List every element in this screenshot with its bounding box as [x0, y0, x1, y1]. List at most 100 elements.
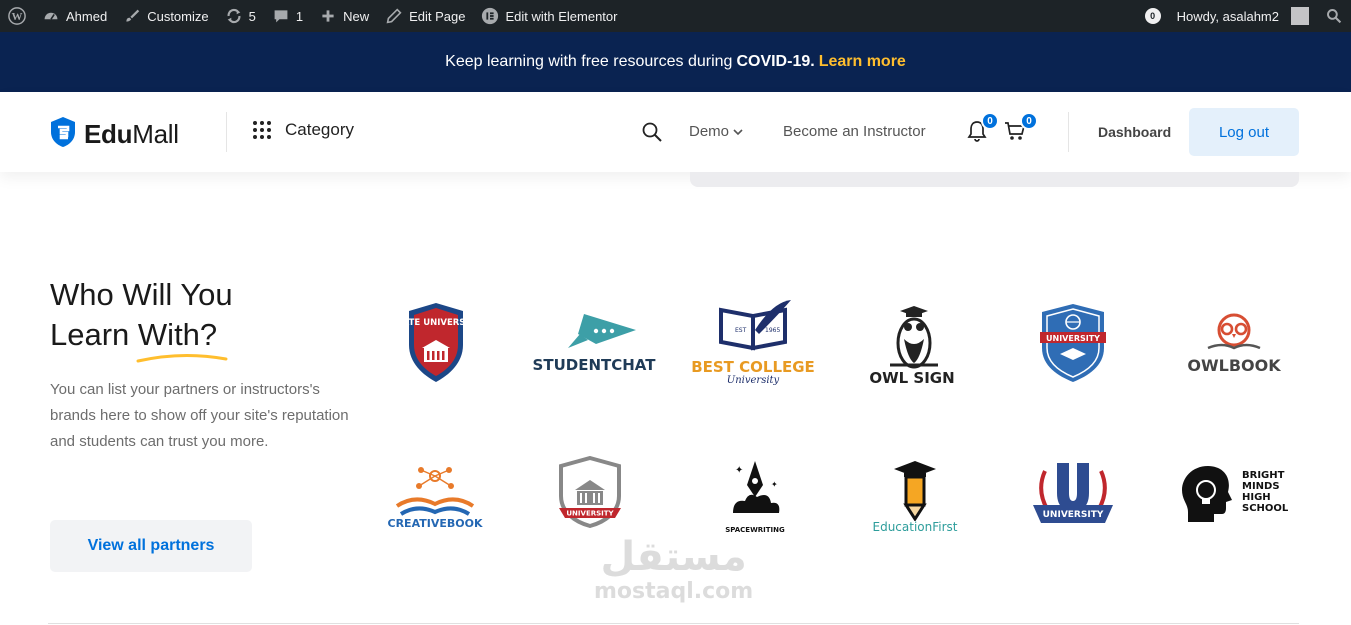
edit-elementor-link[interactable]: Edit with Elementor [473, 0, 625, 32]
grid-dots-icon [253, 121, 271, 139]
site-name-menu[interactable]: Ahmed [34, 0, 115, 32]
dashboard-link[interactable]: Dashboard [1098, 124, 1171, 140]
plus-icon [319, 7, 337, 25]
site-name: Ahmed [66, 8, 108, 24]
partner-logo-studentchat[interactable]: STUDENTCHAT [524, 288, 664, 398]
logo-text: EducationFirst [872, 520, 958, 534]
partner-logo-educationfirst[interactable]: EducationFirst [845, 440, 985, 550]
category-label: Category [285, 120, 354, 139]
shield-logo-icon [50, 116, 76, 153]
comments-count: 1 [295, 8, 304, 24]
demo-label: Demo [689, 123, 730, 140]
watermark-arabic: مستقل [600, 534, 747, 580]
svg-text:W: W [12, 11, 23, 23]
admin-search[interactable] [1317, 0, 1351, 32]
search-icon [1325, 7, 1343, 25]
header-search-button[interactable] [642, 122, 662, 147]
logo-subtext: University [726, 375, 780, 386]
logo-text: STATE UNIVERSITY [405, 318, 467, 328]
partner-logo-university-laurel[interactable]: UNIVERSITY [1003, 440, 1143, 550]
partner-logo-creativebook[interactable]: CREATIVEBOOK [365, 440, 505, 550]
owl-graduate-icon [890, 305, 938, 368]
partner-logo-bright-minds[interactable]: BRIGHT MINDS HIGH SCHOOL [1164, 437, 1304, 547]
logo-mall: Mall [132, 119, 179, 149]
section-divider [48, 623, 1299, 624]
notifications-count: 0 [1144, 8, 1161, 24]
updates-link[interactable]: 5 [217, 0, 264, 32]
logo-edu: Edu [84, 119, 133, 149]
partners-heading: Who Will You Learn With? [50, 275, 233, 363]
logout-button[interactable]: Log out [1189, 108, 1299, 156]
promo-highlight: COVID-19. [736, 53, 815, 70]
view-all-partners-button[interactable]: View all partners [50, 520, 252, 572]
promo-text: Keep learning with free resources during [445, 53, 733, 70]
partner-logo-owl-sign[interactable]: OWL SIGN [842, 288, 982, 398]
logo-text: UNIVERSITY [1043, 510, 1104, 520]
chevron-down-icon [733, 128, 743, 135]
svg-text:✦: ✦ [771, 480, 778, 489]
site-header: EduMall Category Demo Become an Instruct… [0, 92, 1351, 172]
comment-bubble-icon [272, 7, 290, 25]
cart-button[interactable]: 0 [1004, 112, 1038, 147]
new-label: New [343, 8, 370, 24]
partner-logo-university-shield[interactable]: UNIVERSITY [1003, 288, 1143, 398]
become-instructor-link[interactable]: Become an Instructor [783, 123, 926, 140]
howdy-text: Howdy, asalahm2 [1176, 8, 1279, 24]
svg-text:1965: 1965 [765, 327, 780, 334]
comments-link[interactable]: 1 [264, 0, 311, 32]
category-menu[interactable]: Category [253, 120, 354, 140]
pencil-icon [385, 7, 403, 25]
heading-line-1: Who Will You [50, 277, 233, 312]
logo-text: STUDENTCHAT [532, 355, 656, 374]
edit-elementor-label: Edit with Elementor [505, 8, 618, 24]
promo-banner: Keep learning with free resources during… [0, 32, 1351, 92]
customize-label: Customize [147, 8, 209, 24]
search-icon [642, 122, 662, 142]
heading-word-with: With? [137, 317, 218, 352]
network-book-icon [395, 466, 475, 516]
customize-link[interactable]: Customize [115, 0, 216, 32]
wordpress-logo-menu[interactable]: W [0, 0, 34, 32]
new-content-menu[interactable]: New [311, 0, 377, 32]
watermark: مستقل mostaql.com [594, 535, 753, 604]
notifications-button[interactable]: 0 [967, 112, 999, 147]
demo-menu[interactable]: Demo [689, 123, 743, 140]
owl-book-icon [1207, 313, 1261, 350]
logo-text: CREATIVEBOOK [387, 516, 483, 530]
brush-icon [123, 7, 141, 25]
updates-count: 5 [248, 8, 256, 24]
header-divider [226, 112, 227, 152]
logo-text: SPACEWRITING [725, 525, 785, 534]
swoosh-underline [136, 353, 228, 363]
logo-text: UNIVERSITY [1046, 334, 1100, 343]
heading-underlined-word: With? [136, 315, 228, 363]
pencil-cap-icon [894, 461, 936, 521]
partner-logo-owlbook[interactable]: OWLBOOK [1164, 288, 1304, 398]
cart-badge: 0 [1020, 112, 1038, 130]
logo-text: BRIGHT MINDS HIGH SCHOOL [1242, 470, 1289, 514]
book-quill-icon: EST 1965 [719, 300, 791, 351]
watermark-latin: mostaql.com [594, 579, 754, 604]
dashboard-gauge-icon [42, 7, 60, 25]
temple-shield-icon: UNIVERSITY [559, 456, 621, 528]
edit-page-label: Edit Page [409, 8, 466, 24]
updates-refresh-icon [225, 7, 243, 25]
logo-text: BEST COLLEGE [691, 358, 815, 376]
logo-wordmark: EduMall [84, 119, 179, 150]
my-account-menu[interactable]: Howdy, asalahm2 [1169, 0, 1317, 32]
shield-emblem-icon: STATE UNIVERSITY [405, 303, 467, 382]
notifications-counter[interactable]: 0 [1137, 0, 1169, 32]
dropdown-panel-edge [690, 172, 1299, 187]
partner-logo-best-college[interactable]: EST 1965 BEST COLLEGE University [683, 288, 823, 398]
learn-more-link[interactable]: Learn more [819, 53, 906, 71]
partner-logo-state-university[interactable]: STATE UNIVERSITY [366, 288, 506, 398]
svg-text:✦: ✦ [735, 465, 743, 476]
partners-description: You can list your partners or instructor… [50, 381, 349, 450]
site-logo[interactable]: EduMall [50, 116, 179, 153]
logo-text: OWL SIGN [869, 368, 955, 387]
partner-logo-university-badge[interactable]: UNIVERSITY [520, 437, 660, 547]
logo-text: OWLBOOK [1187, 356, 1281, 375]
avatar [1291, 7, 1309, 25]
edit-page-link[interactable]: Edit Page [377, 0, 473, 32]
elementor-icon [481, 7, 499, 25]
